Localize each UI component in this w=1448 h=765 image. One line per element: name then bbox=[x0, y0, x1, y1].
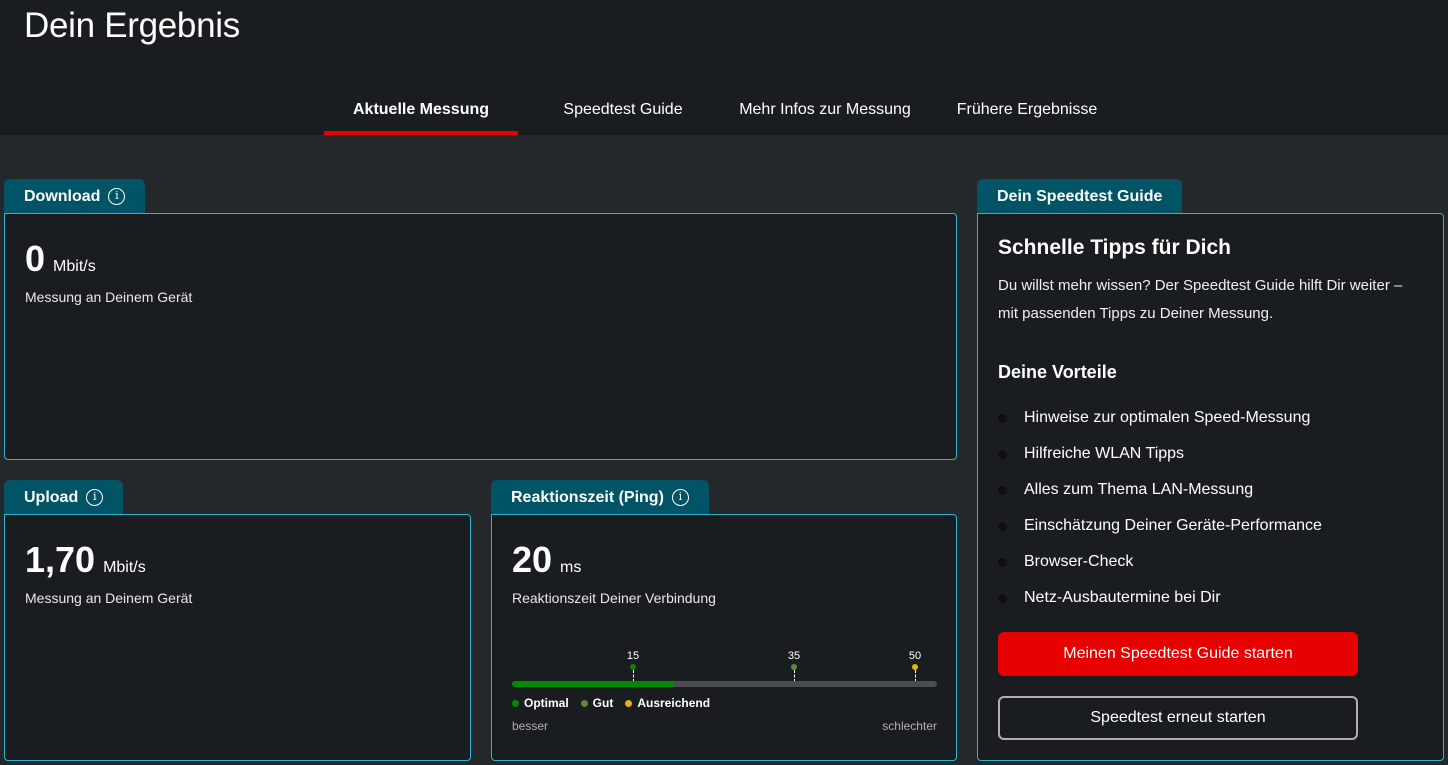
ping-card: 20 ms Reaktionszeit Deiner Verbindung 15 … bbox=[491, 514, 957, 761]
upload-value: 1,70 bbox=[25, 539, 96, 580]
bullet-icon bbox=[998, 449, 1007, 459]
legend-label: Gut bbox=[592, 696, 614, 710]
tick-label: 15 bbox=[626, 650, 640, 662]
bullet-icon bbox=[998, 413, 1007, 423]
download-card-tab: Download i bbox=[4, 179, 146, 214]
list-item: Netz-Ausbautermine bei Dir bbox=[998, 580, 1322, 616]
info-icon[interactable]: i bbox=[671, 489, 689, 506]
legend-label: Ausreichend bbox=[637, 696, 711, 710]
guide-subtitle: Deine Vorteile bbox=[998, 362, 1117, 382]
page-title: Dein Ergebnis bbox=[24, 6, 240, 45]
guide-text: Du willst mehr wissen? Der Speedtest Gui… bbox=[998, 277, 1403, 322]
download-label: Download bbox=[24, 188, 101, 205]
guide-card: Schnelle Tipps für Dich Du willst mehr w… bbox=[977, 213, 1444, 761]
bullet-icon bbox=[998, 521, 1007, 531]
start-guide-button[interactable]: Meinen Speedtest Guide starten bbox=[998, 632, 1358, 676]
upload-card: 1,70 Mbit/s Messung an Deinem Gerät bbox=[4, 514, 471, 761]
bullet-icon bbox=[998, 485, 1007, 495]
list-item-label: Hinweise zur optimalen Speed-Messung bbox=[1024, 409, 1311, 426]
tab-bar: Aktuelle Messung Speedtest Guide Mehr In… bbox=[0, 88, 1448, 135]
info-icon[interactable]: i bbox=[108, 188, 126, 205]
download-caption: Messung an Deinem Gerät bbox=[25, 289, 193, 305]
download-value: 0 bbox=[25, 238, 46, 279]
legend-label: Optimal bbox=[524, 696, 569, 710]
list-item-label: Netz-Ausbautermine bei Dir bbox=[1024, 589, 1221, 606]
upload-value-row: 1,70 Mbit/s bbox=[25, 539, 146, 581]
ping-value: 20 bbox=[512, 539, 553, 580]
scale-tick-50: 50 bbox=[900, 650, 930, 682]
scale-tick-35: 35 bbox=[779, 650, 809, 682]
scale-left-label: besser bbox=[512, 719, 549, 733]
list-item: Einschätzung Deiner Geräte-Performance bbox=[998, 508, 1322, 544]
tab-fruehere-ergebnisse[interactable]: Frühere Ergebnisse bbox=[944, 88, 1110, 135]
legend-dot bbox=[512, 699, 519, 707]
scale-right-label: schlechter bbox=[882, 719, 937, 733]
ping-value-row: 20 ms bbox=[512, 539, 581, 581]
upload-card-tab: Upload i bbox=[4, 480, 124, 515]
legend-ausreichend: Ausreichend bbox=[625, 696, 710, 710]
restart-speedtest-button[interactable]: Speedtest erneut starten bbox=[998, 696, 1358, 740]
list-item-label: Einschätzung Deiner Geräte-Performance bbox=[1024, 517, 1322, 534]
guide-title: Schnelle Tipps für Dich bbox=[998, 236, 1231, 259]
list-item: Hinweise zur optimalen Speed-Messung bbox=[998, 400, 1322, 436]
info-icon[interactable]: i bbox=[86, 489, 104, 506]
list-item: Hilfreiche WLAN Tipps bbox=[998, 436, 1322, 472]
bullet-icon bbox=[998, 593, 1007, 603]
scale-tick-15: 15 bbox=[618, 650, 648, 682]
tick-label: 35 bbox=[787, 650, 801, 662]
bullet-icon bbox=[998, 557, 1007, 567]
legend-gut: Gut bbox=[580, 696, 614, 710]
legend-optimal: Optimal bbox=[512, 696, 569, 710]
tab-mehr-infos[interactable]: Mehr Infos zur Messung bbox=[727, 88, 923, 135]
tab-speedtest-guide[interactable]: Speedtest Guide bbox=[545, 88, 701, 135]
upload-unit: Mbit/s bbox=[103, 559, 146, 576]
legend-dot bbox=[625, 699, 633, 707]
list-item: Browser-Check bbox=[998, 544, 1322, 580]
list-item-label: Alles zum Thema LAN-Messung bbox=[1024, 481, 1254, 498]
ping-scale-fill bbox=[512, 681, 674, 687]
upload-label: Upload bbox=[24, 489, 79, 506]
guide-tab-label: Dein Speedtest Guide bbox=[997, 188, 1163, 205]
ping-scale-bar bbox=[512, 681, 937, 687]
download-card: 0 Mbit/s Messung an Deinem Gerät bbox=[4, 213, 957, 460]
upload-caption: Messung an Deinem Gerät bbox=[25, 590, 193, 606]
list-item-label: Hilfreiche WLAN Tipps bbox=[1024, 445, 1185, 462]
tab-aktuelle-messung[interactable]: Aktuelle Messung bbox=[324, 88, 518, 135]
header: Dein Ergebnis Aktuelle Messung Speedtest… bbox=[0, 0, 1448, 135]
download-value-row: 0 Mbit/s bbox=[25, 238, 96, 280]
ping-label: Reaktionszeit (Ping) bbox=[511, 489, 664, 506]
guide-card-tab: Dein Speedtest Guide bbox=[977, 179, 1183, 214]
ping-card-tab: Reaktionszeit (Ping) i bbox=[491, 480, 709, 515]
ping-legend: Optimal Gut Ausreichend bbox=[512, 696, 710, 710]
tick-label: 50 bbox=[908, 650, 922, 662]
download-unit: Mbit/s bbox=[53, 258, 96, 275]
ping-caption: Reaktionszeit Deiner Verbindung bbox=[512, 590, 716, 606]
legend-dot bbox=[580, 699, 588, 707]
list-item-label: Browser-Check bbox=[1024, 553, 1134, 570]
guide-benefits-list: Hinweise zur optimalen Speed-Messung Hil… bbox=[998, 400, 1322, 616]
list-item: Alles zum Thema LAN-Messung bbox=[998, 472, 1322, 508]
ping-unit: ms bbox=[560, 559, 582, 576]
